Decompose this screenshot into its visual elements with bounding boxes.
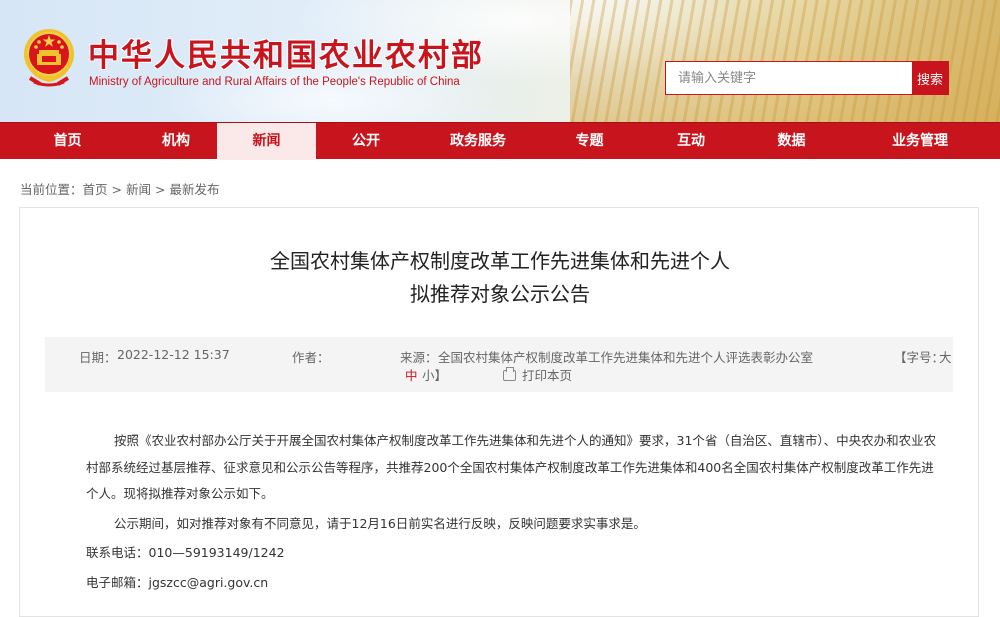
breadcrumb: 当前位置：首页 > 新闻 > 最新发布 <box>20 179 220 198</box>
search-input[interactable] <box>666 62 912 94</box>
print-page-button[interactable]: 打印本页 <box>503 365 572 384</box>
date-value: 2022-12-12 15:37 <box>117 347 230 362</box>
breadcrumb-item-home[interactable]: 首页 <box>83 182 108 197</box>
nav-item-topics[interactable]: 专题 <box>540 123 639 160</box>
article-meta: 日期： 2022-12-12 15:37 作者： 来源： 全国农村集体产权制度改… <box>45 337 953 392</box>
article-paragraph: 按照《农业农村部办公厅关于开展全国农村集体产权制度改革工作先进集体和先进个人的通… <box>86 433 937 501</box>
article-body: 按照《农业农村部办公厅关于开展全国农村集体产权制度改革工作先进集体和先进个人的通… <box>86 428 946 596</box>
email-label: 电子邮箱： <box>86 574 149 590</box>
author-label: 作者： <box>292 350 330 365</box>
site-subtitle: Ministry of Agriculture and Rural Affair… <box>89 76 460 88</box>
font-size-label: 【字号： <box>894 350 945 365</box>
breadcrumb-separator: > <box>111 182 123 197</box>
phone-label: 联系电话： <box>86 545 149 560</box>
site-title[interactable]: 中华人民共和国农业农村部 <box>88 30 484 75</box>
email-value[interactable]: jgszcc@agri.gov.cn <box>149 575 269 590</box>
main-nav: 首页 机构 新闻 公开 政务服务 专题 互动 数据 业务管理 <box>0 122 1000 160</box>
contact-email: 电子邮箱：jgszcc@agri.gov.cn <box>86 570 946 597</box>
site-header: 中华人民共和国农业农村部 Ministry of Agriculture and… <box>0 0 1000 122</box>
source-value: 全国农村集体产权制度改革工作先进集体和先进个人评选表彰办公室 <box>438 350 814 365</box>
nav-item-government-services[interactable]: 政务服务 <box>416 123 540 160</box>
nav-item-home[interactable]: 首页 <box>0 123 135 160</box>
phone-value: 010—59193149/1242 <box>148 545 285 560</box>
nav-item-public[interactable]: 公开 <box>316 123 416 160</box>
breadcrumb-prefix: 当前位置： <box>20 182 83 197</box>
breadcrumb-item-news[interactable]: 新闻 <box>126 182 151 197</box>
nav-item-data[interactable]: 数据 <box>743 123 840 160</box>
nav-item-interaction[interactable]: 互动 <box>639 123 743 160</box>
font-size-small[interactable]: 小】 <box>422 365 447 384</box>
search-box: 搜索 <box>665 61 949 95</box>
article-paragraph: 公示期间，如对推荐对象有不同意见，请于12月16日前实名进行反映，反映问题要求实… <box>114 515 646 531</box>
font-size-medium[interactable]: 中 <box>405 365 418 384</box>
print-page-label: 打印本页 <box>522 368 573 383</box>
date-label: 日期： <box>79 350 117 365</box>
breadcrumb-separator: > <box>155 182 166 197</box>
search-button[interactable]: 搜索 <box>912 62 948 94</box>
nav-item-institutions[interactable]: 机构 <box>135 123 217 160</box>
article-title-line1: 全国农村集体产权制度改革工作先进集体和先进个人 <box>270 249 730 273</box>
article-title-line2: 拟推荐对象公示公告 <box>410 282 590 306</box>
printer-icon <box>503 367 516 381</box>
font-size-large[interactable]: 大 <box>939 347 952 366</box>
nav-item-business-management[interactable]: 业务管理 <box>840 123 1000 160</box>
breadcrumb-item-latest[interactable]: 最新发布 <box>170 182 220 197</box>
source-label: 来源： <box>400 350 438 365</box>
nav-item-news[interactable]: 新闻 <box>217 123 316 160</box>
article-card: 全国农村集体产权制度改革工作先进集体和先进个人 拟推荐对象公示公告 日期： 20… <box>19 207 979 617</box>
national-emblem-icon[interactable] <box>20 26 78 88</box>
contact-phone: 联系电话：010—59193149/1242 <box>86 540 946 567</box>
